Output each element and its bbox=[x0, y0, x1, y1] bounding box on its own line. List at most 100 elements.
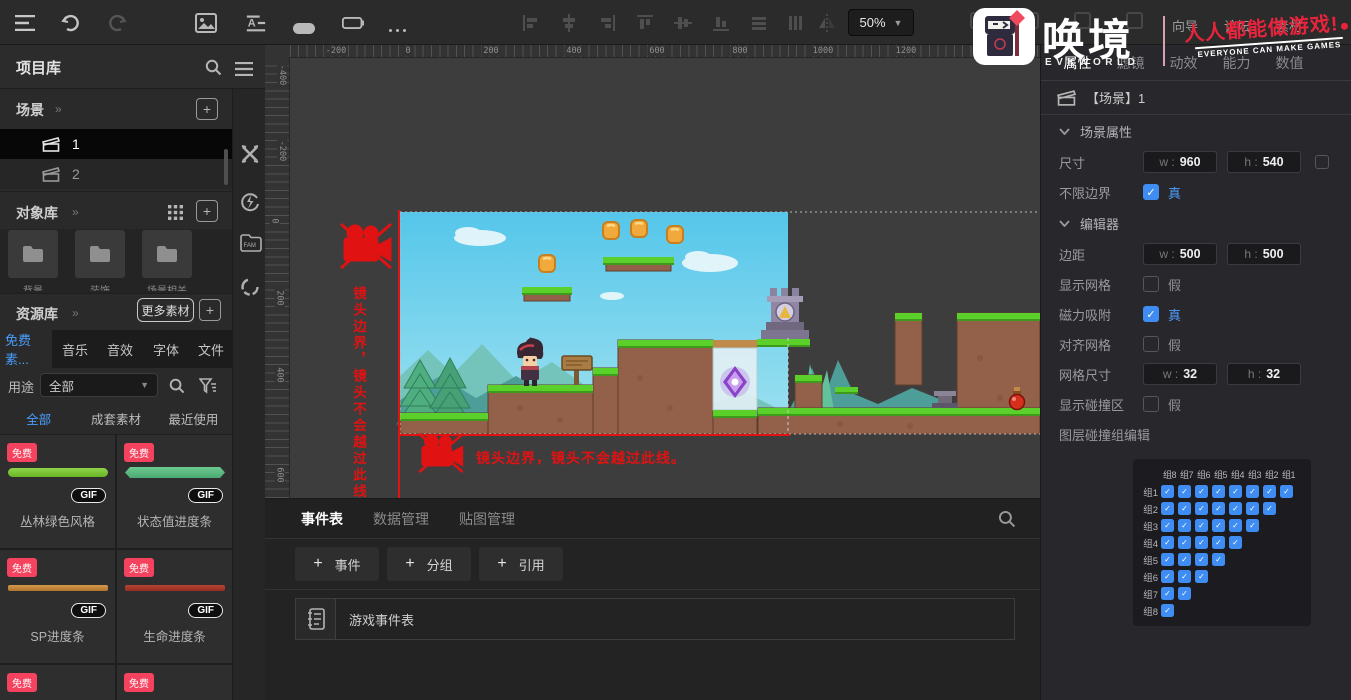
matrix-checkbox[interactable]: ✓ bbox=[1246, 502, 1259, 515]
tab-tilemap-management[interactable]: 贴图管理 bbox=[459, 509, 515, 529]
object-folder[interactable] bbox=[142, 230, 192, 278]
unbounded-checkbox[interactable]: ✓ bbox=[1143, 184, 1159, 200]
add-scene-button[interactable]: + bbox=[196, 98, 218, 120]
tab-music[interactable]: 音乐 bbox=[62, 330, 88, 368]
align-bottom-icon[interactable] bbox=[710, 12, 732, 34]
filter-sets[interactable]: 成套素材 bbox=[77, 409, 154, 428]
matrix-checkbox[interactable]: ✓ bbox=[1280, 485, 1293, 498]
add-resource-button[interactable]: + bbox=[199, 299, 221, 321]
matrix-checkbox[interactable]: ✓ bbox=[1212, 502, 1225, 515]
grid-view-icon[interactable] bbox=[164, 201, 186, 223]
matrix-checkbox[interactable]: ✓ bbox=[1246, 485, 1259, 498]
matrix-checkbox[interactable]: ✓ bbox=[1161, 502, 1174, 515]
publish-icon[interactable] bbox=[1074, 12, 1091, 29]
settings-icon[interactable] bbox=[1126, 12, 1143, 29]
margin-width-input[interactable]: w :500 bbox=[1143, 243, 1217, 265]
cut-tool-icon[interactable] bbox=[240, 144, 260, 164]
align-grid-checkbox[interactable] bbox=[1143, 336, 1159, 352]
expand-icon[interactable]: » bbox=[55, 102, 62, 116]
editor-section-header[interactable]: 编辑器 bbox=[1041, 207, 1351, 239]
margin-height-input[interactable]: h :500 bbox=[1227, 243, 1301, 265]
matrix-checkbox[interactable]: ✓ bbox=[1161, 604, 1174, 617]
panel-menu-icon[interactable] bbox=[233, 58, 255, 80]
flip-horizontal-icon[interactable] bbox=[816, 12, 838, 34]
tab-motion[interactable]: 动效 bbox=[1157, 53, 1210, 73]
align-center-h-icon[interactable] bbox=[558, 12, 580, 34]
asset-card[interactable]: 免费 GIF 状态值进度条 bbox=[117, 435, 232, 548]
matrix-checkbox[interactable]: ✓ bbox=[1212, 553, 1225, 566]
matrix-checkbox[interactable]: ✓ bbox=[1212, 485, 1225, 498]
asset-card[interactable]: 免费 GIF 生命进度条 bbox=[117, 550, 232, 663]
matrix-checkbox[interactable]: ✓ bbox=[1246, 519, 1259, 532]
search-icon[interactable] bbox=[166, 375, 188, 397]
text-tool-icon[interactable]: A bbox=[245, 12, 267, 34]
scene-item-1[interactable]: 1 bbox=[0, 129, 232, 159]
tab-filters[interactable]: 滤镜 bbox=[1104, 53, 1157, 73]
size-link-checkbox[interactable] bbox=[1315, 155, 1329, 169]
size-width-input[interactable]: w :960 bbox=[1143, 151, 1217, 173]
matrix-checkbox[interactable]: ✓ bbox=[1263, 502, 1276, 515]
matrix-checkbox[interactable]: ✓ bbox=[1161, 570, 1174, 583]
filter-all[interactable]: 全部 bbox=[0, 409, 77, 428]
portal-column[interactable] bbox=[712, 347, 758, 418]
show-collision-checkbox[interactable] bbox=[1143, 396, 1159, 412]
effect-tool-icon[interactable] bbox=[240, 192, 260, 212]
tab-data-management[interactable]: 数据管理 bbox=[373, 509, 429, 529]
matrix-checkbox[interactable]: ✓ bbox=[1263, 485, 1276, 498]
nav-link-guide[interactable]: 向导 bbox=[1172, 16, 1198, 35]
matrix-checkbox[interactable]: ✓ bbox=[1195, 485, 1208, 498]
more-assets-button[interactable]: 更多素材 bbox=[137, 298, 194, 322]
asset-card[interactable]: 免费 bbox=[117, 665, 232, 700]
matrix-checkbox[interactable]: ✓ bbox=[1178, 485, 1191, 498]
matrix-checkbox[interactable]: ✓ bbox=[1229, 536, 1242, 549]
search-icon[interactable] bbox=[998, 510, 1016, 528]
matrix-checkbox[interactable]: ✓ bbox=[1178, 536, 1191, 549]
align-right-icon[interactable] bbox=[596, 12, 618, 34]
align-left-icon[interactable] bbox=[520, 12, 542, 34]
matrix-checkbox[interactable]: ✓ bbox=[1195, 570, 1208, 583]
grid-width-input[interactable]: w :32 bbox=[1143, 363, 1217, 385]
redo-icon[interactable] bbox=[106, 12, 128, 34]
nav-link-assets[interactable]: 素材 bbox=[1276, 16, 1302, 35]
image-tool-icon[interactable] bbox=[195, 12, 217, 34]
matrix-checkbox[interactable]: ✓ bbox=[1212, 519, 1225, 532]
scene-list-scrollbar[interactable] bbox=[224, 149, 228, 185]
matrix-checkbox[interactable]: ✓ bbox=[1195, 553, 1208, 566]
tab-sound[interactable]: 音效 bbox=[107, 330, 133, 368]
usage-select[interactable]: 全部 ▼ bbox=[40, 373, 158, 397]
add-group-button[interactable]: + 分组 bbox=[387, 547, 471, 581]
tab-properties[interactable]: 属性 bbox=[1051, 53, 1104, 73]
matrix-checkbox[interactable]: ✓ bbox=[1161, 587, 1174, 600]
distribute-h-icon[interactable] bbox=[748, 12, 770, 34]
matrix-checkbox[interactable]: ✓ bbox=[1161, 519, 1174, 532]
matrix-checkbox[interactable]: ✓ bbox=[1195, 536, 1208, 549]
preview-icon[interactable] bbox=[970, 12, 987, 29]
matrix-checkbox[interactable]: ✓ bbox=[1229, 485, 1242, 498]
matrix-checkbox[interactable]: ✓ bbox=[1195, 519, 1208, 532]
asset-card[interactable]: 免费 GIF 丛林绿色风格 bbox=[0, 435, 115, 548]
zoom-level-select[interactable]: 50% ▼ bbox=[848, 9, 914, 36]
size-height-input[interactable]: h :540 bbox=[1227, 151, 1301, 173]
device-icon[interactable] bbox=[1022, 12, 1039, 29]
align-top-icon[interactable] bbox=[634, 12, 656, 34]
scene-canvas[interactable]: 镜头边界，镜头不会越过此线 镜头边界，镜头不会越过此线。 bbox=[290, 58, 1040, 498]
expand-icon[interactable]: » bbox=[72, 306, 79, 320]
matrix-checkbox[interactable]: ✓ bbox=[1229, 519, 1242, 532]
tab-font[interactable]: 字体 bbox=[153, 330, 179, 368]
object-folder[interactable] bbox=[75, 230, 125, 278]
grid-height-input[interactable]: h :32 bbox=[1227, 363, 1301, 385]
search-icon[interactable] bbox=[202, 56, 224, 78]
filter-icon[interactable] bbox=[196, 375, 218, 397]
matrix-checkbox[interactable]: ✓ bbox=[1161, 485, 1174, 498]
family-folder-icon[interactable]: FAM bbox=[240, 234, 262, 254]
tab-values[interactable]: 数值 bbox=[1263, 53, 1316, 73]
matrix-checkbox[interactable]: ✓ bbox=[1195, 502, 1208, 515]
filter-recent[interactable]: 最近使用 bbox=[155, 409, 232, 428]
matrix-checkbox[interactable]: ✓ bbox=[1178, 570, 1191, 583]
nav-link-forum[interactable]: 论坛 bbox=[1224, 16, 1250, 35]
matrix-checkbox[interactable]: ✓ bbox=[1178, 519, 1191, 532]
asset-card[interactable]: 免费 bbox=[0, 665, 115, 700]
matrix-checkbox[interactable]: ✓ bbox=[1161, 553, 1174, 566]
snap-checkbox[interactable]: ✓ bbox=[1143, 306, 1159, 322]
tab-file[interactable]: 文件 bbox=[198, 330, 224, 368]
